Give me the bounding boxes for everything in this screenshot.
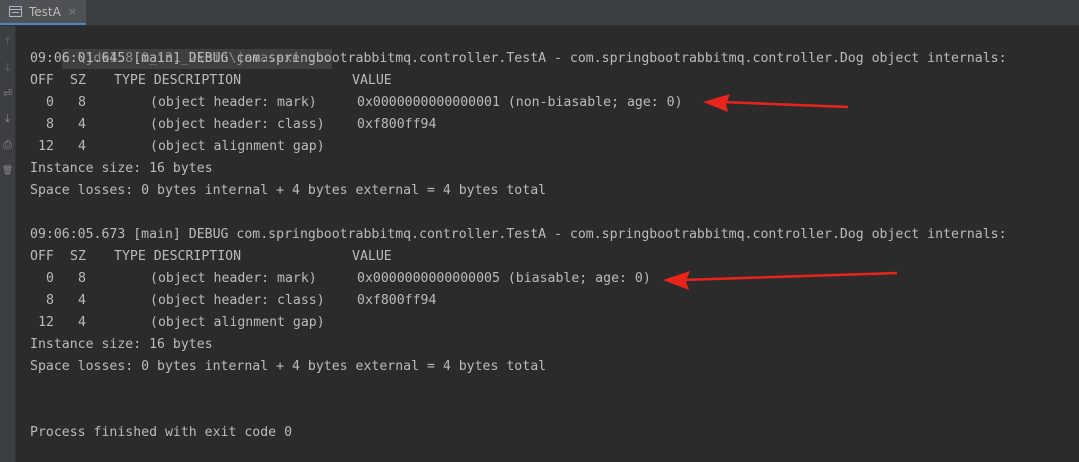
row-sz: 8 bbox=[78, 271, 86, 286]
console-window-icon bbox=[9, 6, 22, 17]
instance-size-line: Instance size: 16 bytes bbox=[30, 161, 213, 176]
tab-label: TestA bbox=[29, 4, 61, 19]
row-desc: (object header: mark) bbox=[150, 95, 317, 110]
exit-message: Process finished with exit code 0 bbox=[30, 425, 293, 440]
row-off: 0 bbox=[46, 95, 54, 110]
close-icon[interactable]: × bbox=[68, 5, 77, 18]
instance-size-line: Instance size: 16 bytes bbox=[30, 337, 213, 352]
layout-row: 12 4 (object alignment gap) bbox=[30, 136, 1079, 158]
row-value: 0xf800ff94 bbox=[357, 117, 437, 132]
log-line: 09:06:05.673 [main] DEBUG com.springboot… bbox=[30, 227, 1007, 242]
scroll-to-end-icon[interactable]: ⤓ bbox=[0, 110, 15, 128]
row-value: 0x0000000000000005 (biasable; age: 0) bbox=[357, 271, 651, 286]
console-output[interactable]: C:\jdk1.8.0_131_2\bin\java.exe ... 09:06… bbox=[30, 26, 1079, 444]
console-toolbar: ↑ ↓ ⏎ ⤓ ⎙ 🗑 bbox=[0, 26, 16, 462]
clear-all-icon[interactable]: 🗑 bbox=[0, 162, 15, 180]
row-value: 0x0000000000000001 (non-biasable; age: 0… bbox=[357, 95, 683, 110]
layout-row: 12 4 (object alignment gap) bbox=[30, 312, 1079, 334]
row-desc: (object header: class) bbox=[150, 117, 325, 132]
layout-row: 8 4 (object header: class) 0xf800ff94 bbox=[30, 290, 1079, 312]
row-off: 8 bbox=[46, 117, 54, 132]
row-desc: (object alignment gap) bbox=[150, 315, 325, 330]
col-sz-header: SZ bbox=[70, 73, 86, 88]
space-losses-line: Space losses: 0 bytes internal + 4 bytes… bbox=[30, 359, 547, 374]
col-sz-header: SZ bbox=[70, 249, 86, 264]
command-line-row: C:\jdk1.8.0_131_2\bin\java.exe ... bbox=[30, 26, 1079, 69]
layout-header: OFF SZ TYPE DESCRIPTION VALUE bbox=[30, 246, 1079, 268]
col-value-header: VALUE bbox=[352, 73, 392, 88]
layout-row: 0 8 (object header: mark) 0x000000000000000… bbox=[30, 92, 1079, 114]
row-sz: 4 bbox=[78, 139, 86, 154]
row-off: 12 bbox=[38, 139, 54, 154]
col-type-desc-header: TYPE DESCRIPTION bbox=[114, 249, 242, 264]
space-losses-line: Space losses: 0 bytes internal + 4 bytes… bbox=[30, 183, 547, 198]
tab-testa[interactable]: TestA × bbox=[0, 0, 86, 25]
scroll-down-icon[interactable]: ↓ bbox=[0, 58, 15, 76]
col-value-header: VALUE bbox=[352, 249, 392, 264]
col-type-desc-header: TYPE DESCRIPTION bbox=[114, 73, 242, 88]
row-value: 0xf800ff94 bbox=[357, 293, 437, 308]
row-off: 8 bbox=[46, 293, 54, 308]
col-off-header: OFF bbox=[30, 249, 54, 264]
soft-wrap-icon[interactable]: ⏎ bbox=[0, 84, 15, 102]
row-sz: 8 bbox=[78, 95, 86, 110]
row-off: 0 bbox=[46, 271, 54, 286]
row-desc: (object header: class) bbox=[150, 293, 325, 308]
row-sz: 4 bbox=[78, 293, 86, 308]
print-icon[interactable]: ⎙ bbox=[0, 136, 15, 154]
row-sz: 4 bbox=[78, 315, 86, 330]
row-desc: (object header: mark) bbox=[150, 271, 317, 286]
run-tab-bar: TestA × bbox=[0, 0, 1079, 26]
scroll-up-icon[interactable]: ↑ bbox=[0, 32, 15, 50]
layout-header: OFF SZ TYPE DESCRIPTION VALUE bbox=[30, 70, 1079, 92]
row-off: 12 bbox=[38, 315, 54, 330]
layout-row: 0 8 (object header: mark) 0x000000000000000… bbox=[30, 268, 1079, 290]
row-desc: (object alignment gap) bbox=[150, 139, 325, 154]
row-sz: 4 bbox=[78, 117, 86, 132]
col-off-header: OFF bbox=[30, 73, 54, 88]
log-line: 09:06:01.645 [main] DEBUG com.springboot… bbox=[30, 51, 1007, 66]
layout-row: 8 4 (object header: class) 0xf800ff94 bbox=[30, 114, 1079, 136]
